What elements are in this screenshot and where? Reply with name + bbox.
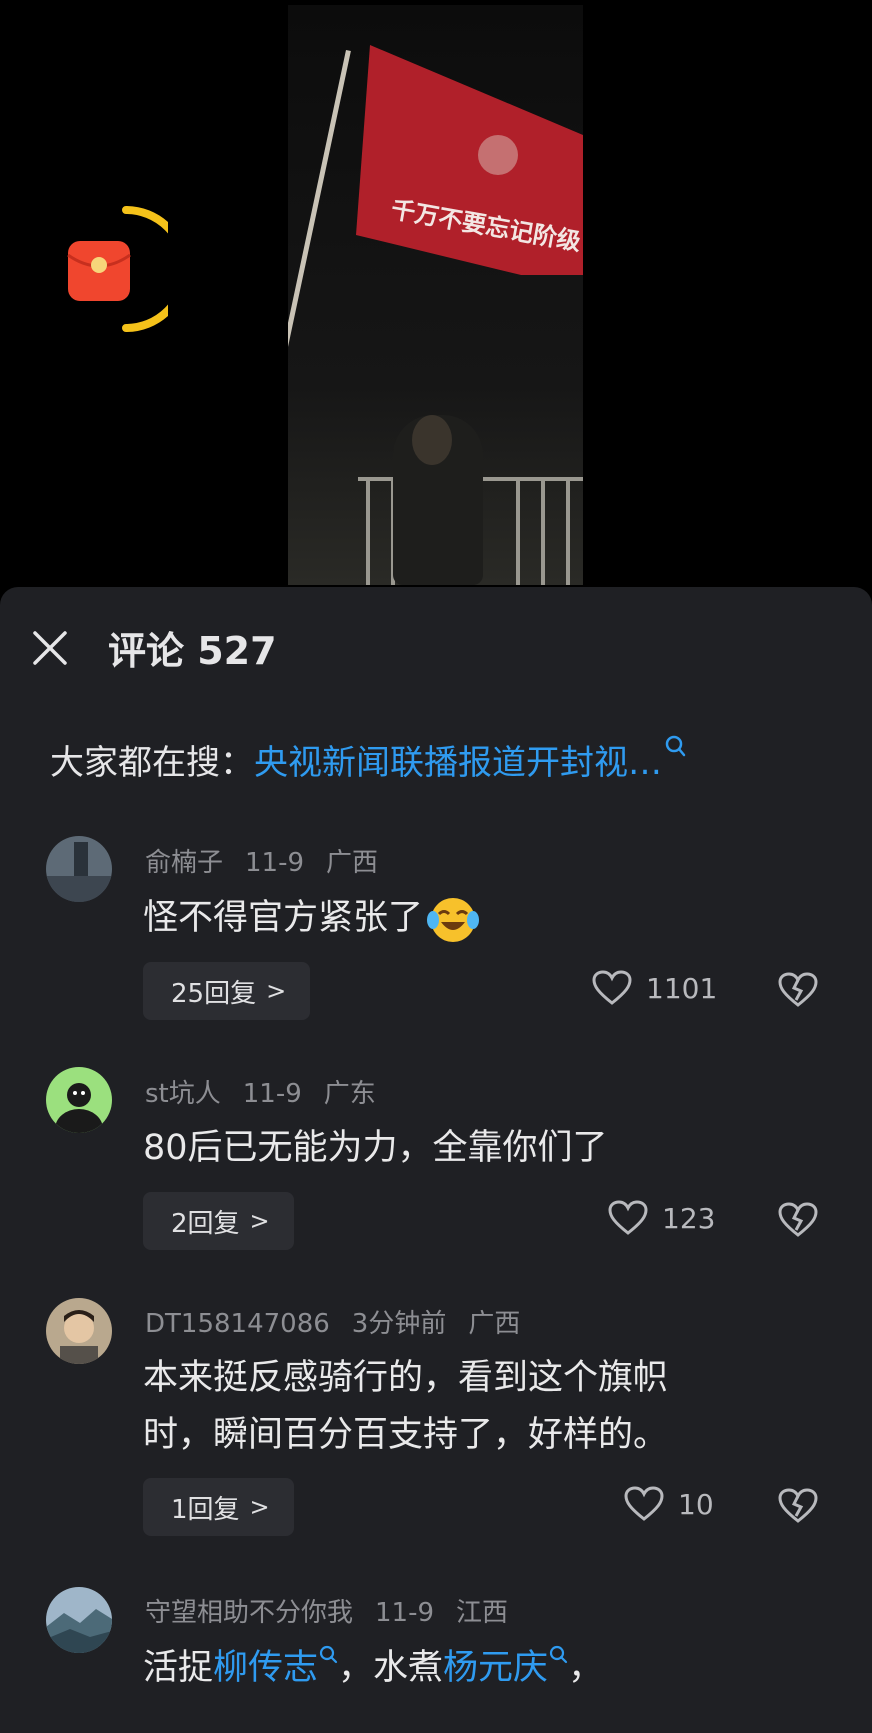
like-button[interactable]: 1101	[592, 970, 717, 1006]
red-packet-button[interactable]	[58, 205, 189, 333]
comment-meta: st坑人 11-9 广东	[145, 1073, 398, 1110]
comment-text: 活捉柳传志 ，水煮杨元庆 ，	[143, 1640, 833, 1697]
comment-date: 11-9	[375, 1598, 435, 1628]
like-count: 123	[662, 1201, 716, 1235]
avatar[interactable]	[46, 1067, 112, 1133]
comment-location: 广西	[326, 848, 379, 878]
username[interactable]: 守望相助不分你我	[145, 1598, 353, 1628]
comment-meta: 俞楠子 11-9 广西	[145, 842, 400, 879]
broken-heart-icon[interactable]	[778, 1488, 818, 1524]
view-replies-button[interactable]: 1回复 >	[143, 1478, 294, 1536]
comment-text-line: 本来挺反感骑行的，看到这个旗帜	[143, 1358, 669, 1398]
comment-text-content: 怪不得官方紧张了	[143, 898, 424, 938]
video-frame: 千万不要忘记阶级	[288, 5, 583, 585]
comment-text-line: 时，瞬间百分百支持了，好样的。	[143, 1415, 669, 1455]
comment-text: 怪不得官方紧张了	[143, 890, 833, 947]
username[interactable]: DT158147086	[145, 1309, 330, 1339]
comment-meta: DT158147086 3分钟前 广西	[145, 1303, 542, 1340]
like-count: 1101	[646, 971, 718, 1005]
like-button[interactable]: 123	[608, 1200, 715, 1236]
red-packet-icon	[67, 206, 189, 332]
reply-count: 2回复	[171, 1208, 240, 1239]
comment-text-content: ，水煮	[338, 1648, 444, 1688]
avatar[interactable]	[46, 1298, 112, 1364]
trending-search-link[interactable]: 央视新闻联播报道开封视…	[254, 743, 662, 783]
username[interactable]: st坑人	[145, 1079, 221, 1109]
search-icon[interactable]	[318, 1644, 338, 1674]
red-flag: 千万不要忘记阶级	[356, 45, 583, 275]
comment-text: 本来挺反感骑行的，看到这个旗帜 时，瞬间百分百支持了，好样的。	[143, 1350, 833, 1464]
comment-meta: 守望相助不分你我 11-9 江西	[145, 1592, 530, 1629]
comment-date: 11-9	[242, 1079, 302, 1109]
comments-title: 评论 527	[108, 629, 277, 673]
avatar[interactable]	[46, 836, 112, 902]
comment-location: 江西	[456, 1598, 509, 1628]
heart-icon	[624, 1486, 664, 1521]
comment-date: 3分钟前	[351, 1309, 447, 1339]
heart-icon	[608, 1200, 648, 1235]
chevron-right-icon: >	[266, 977, 287, 1005]
search-icon[interactable]	[548, 1644, 568, 1674]
like-button[interactable]: 10	[624, 1486, 714, 1522]
broken-heart-icon[interactable]	[778, 1202, 818, 1238]
chevron-right-icon: >	[249, 1493, 270, 1521]
comment-location: 广西	[468, 1309, 521, 1339]
comment-text: 80后已无能为力，全靠你们了	[143, 1128, 608, 1168]
comment-text-content: ，	[568, 1648, 604, 1688]
trending-search[interactable]: 大家都在搜：央视新闻联播报道开封视…	[50, 735, 686, 784]
broken-heart-icon[interactable]	[778, 972, 818, 1008]
view-replies-button[interactable]: 2回复 >	[143, 1192, 294, 1250]
comment-text-content: 活捉	[143, 1648, 214, 1688]
laughing-tears-icon	[427, 898, 480, 942]
chevron-right-icon: >	[249, 1207, 270, 1235]
search-link[interactable]: 杨元庆	[443, 1648, 548, 1688]
search-icon	[665, 735, 686, 757]
comment-date: 11-9	[245, 848, 305, 878]
avatar[interactable]	[46, 1587, 112, 1653]
reply-count: 25回复	[171, 978, 257, 1009]
search-link[interactable]: 柳传志	[213, 1648, 318, 1688]
comment-location: 广东	[323, 1079, 376, 1109]
view-replies-button[interactable]: 25回复 >	[143, 962, 311, 1020]
trending-search-label: 大家都在搜：	[50, 743, 254, 783]
reply-count: 1回复	[171, 1494, 240, 1525]
like-count: 10	[678, 1487, 714, 1521]
username[interactable]: 俞楠子	[145, 848, 223, 878]
close-icon[interactable]	[30, 628, 70, 668]
person-head	[412, 415, 452, 465]
heart-icon	[592, 970, 632, 1005]
